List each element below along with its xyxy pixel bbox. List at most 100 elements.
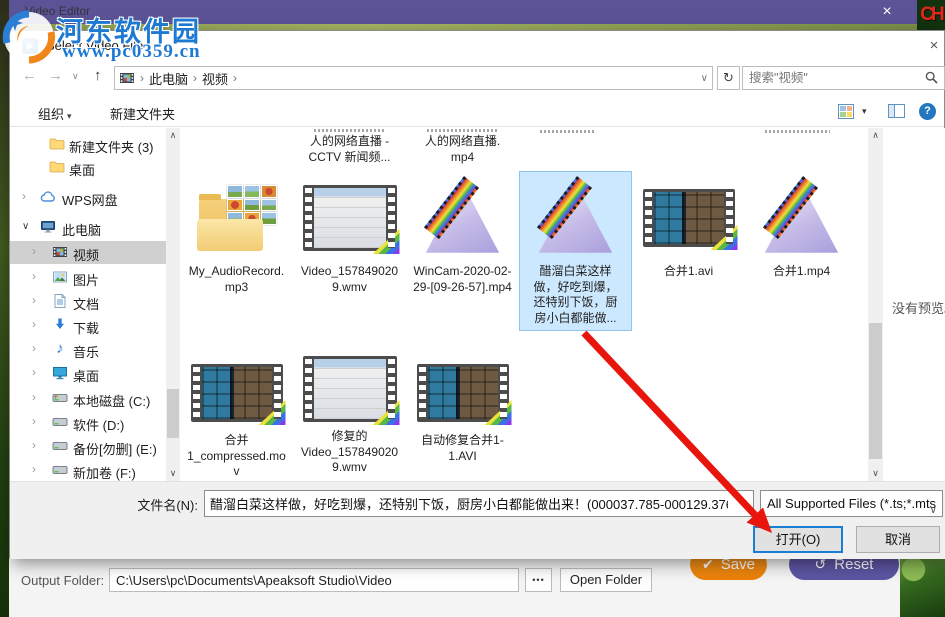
dialog-toolbar: 组织▾ 新建文件夹 ▾ ? bbox=[10, 97, 944, 127]
sidebar-scrollbar[interactable]: ∧ ∨ bbox=[166, 128, 180, 481]
file-item[interactable]: Video_1578490209.wmv bbox=[293, 172, 406, 299]
chevron-right-icon[interactable]: › bbox=[32, 244, 36, 258]
watermark-site-url: www.pc0359.cn bbox=[62, 41, 201, 63]
file-item[interactable]: WinCam-2020-02-29-[09-26-57].mp4 bbox=[406, 172, 519, 299]
cancel-button[interactable]: 取消 bbox=[856, 526, 940, 553]
file-name: CCTV 新闻频... bbox=[293, 150, 406, 166]
breadcrumb[interactable]: › 此电脑 › 视频 › ∨ bbox=[114, 66, 713, 90]
videos-icon bbox=[52, 244, 68, 260]
dialog-main: 新建文件夹 (3) 桌面 › WPS网盘 ∨ 此电脑 › bbox=[10, 128, 945, 481]
sidebar-item-wps-cloud[interactable]: › WPS网盘 bbox=[10, 186, 166, 209]
sidebar-item-new-folder[interactable]: 新建文件夹 (3) bbox=[10, 133, 166, 156]
organize-menu[interactable]: 组织▾ bbox=[38, 104, 72, 123]
documents-icon bbox=[52, 293, 68, 309]
sidebar-item-drive-f[interactable]: › 新加卷 (F:) bbox=[10, 459, 166, 481]
chevron-right-icon[interactable]: › bbox=[32, 341, 36, 355]
cloud-icon bbox=[40, 189, 56, 205]
select-video-file-dialog: Select Video File × ← → ∨ ↑ › 此电脑 › 视频 ›… bbox=[9, 30, 945, 558]
desktop-app-icon[interactable]: CH bbox=[917, 0, 945, 30]
forward-icon[interactable]: → bbox=[48, 67, 63, 84]
file-item[interactable]: 修复的Video_1578490209.wmv bbox=[293, 349, 406, 480]
file-name: 人的网络直播 - bbox=[293, 134, 406, 150]
filetype-value: All Supported Files (*.ts;*.mts bbox=[767, 496, 936, 511]
sidebar-item-label: 桌面 bbox=[73, 366, 99, 385]
chevron-right-icon[interactable]: › bbox=[32, 293, 36, 307]
sidebar-item-label: 新建文件夹 (3) bbox=[69, 137, 154, 156]
browse-button[interactable]: ••• bbox=[525, 568, 552, 592]
sidebar-item-music[interactable]: › ♪ 音乐 bbox=[10, 338, 166, 361]
filename-input[interactable] bbox=[205, 491, 733, 516]
preview-pane-icon[interactable] bbox=[888, 104, 905, 118]
chevron-right-icon[interactable]: › bbox=[32, 414, 36, 428]
file-item[interactable]: 合并1.mp4 bbox=[745, 172, 858, 284]
sidebar-item-drive-d[interactable]: › 软件 (D:) bbox=[10, 411, 166, 434]
up-icon[interactable]: ↑ bbox=[94, 67, 102, 84]
crumb-separator: › bbox=[140, 71, 144, 85]
site-logo-icon bbox=[2, 10, 56, 64]
file-name: My_AudioRecord.mp3 bbox=[180, 262, 293, 295]
video-filmstrip-icon bbox=[303, 356, 397, 422]
sidebar-item-pictures[interactable]: › 图片 bbox=[10, 266, 166, 289]
help-icon[interactable]: ? bbox=[919, 103, 936, 120]
computer-icon bbox=[40, 219, 56, 235]
chevron-right-icon[interactable]: › bbox=[32, 269, 36, 283]
view-mode-icon[interactable] bbox=[838, 104, 854, 119]
file-list-scrollbar[interactable]: ∧ ∨ bbox=[868, 128, 883, 481]
open-button[interactable]: 打开(O) bbox=[753, 526, 843, 553]
sidebar-item-downloads[interactable]: › 下载 bbox=[10, 314, 166, 337]
sidebar-item-label: 新加卷 (F:) bbox=[73, 463, 136, 481]
breadcrumb-videos[interactable]: 视频 bbox=[202, 69, 228, 88]
refresh-icon[interactable]: ↻ bbox=[717, 66, 740, 90]
file-item-partial[interactable]: 人的网络直播 - CCTV 新闻频... bbox=[293, 128, 406, 165]
back-icon[interactable]: ← bbox=[22, 67, 37, 84]
chevron-right-icon[interactable]: › bbox=[32, 438, 36, 452]
file-item[interactable]: 自动修复合并1-1.AVI bbox=[406, 353, 519, 468]
scroll-down-icon[interactable]: ∨ bbox=[868, 468, 883, 479]
chevron-down-icon[interactable]: ∨ bbox=[741, 498, 748, 509]
file-item[interactable]: 合并1.avi bbox=[632, 172, 745, 284]
chevron-right-icon[interactable]: › bbox=[32, 365, 36, 379]
sidebar-item-documents[interactable]: › 文档 bbox=[10, 290, 166, 313]
file-item-selected[interactable]: 醋溜白菜这样做，好吃到爆，还特别下饭，厨房小白都能做... bbox=[519, 171, 632, 331]
chevron-right-icon[interactable]: › bbox=[32, 462, 36, 476]
sidebar-item-label: 视频 bbox=[73, 245, 99, 264]
breadcrumb-this-pc[interactable]: 此电脑 bbox=[149, 69, 188, 88]
music-note-glyph: ♪ bbox=[52, 341, 68, 357]
output-folder-input[interactable] bbox=[109, 568, 519, 592]
view-mode-caret-icon[interactable]: ▾ bbox=[862, 106, 867, 117]
sidebar-item-videos[interactable]: › 视频 bbox=[10, 241, 166, 264]
search-icon[interactable] bbox=[925, 71, 938, 84]
sidebar-item-drive-e[interactable]: › 备份[勿删] (E:) bbox=[10, 435, 166, 458]
drive-icon bbox=[52, 438, 68, 454]
file-item[interactable]: My_AudioRecord.mp3 bbox=[180, 172, 293, 299]
chevron-down-icon[interactable]: ∨ bbox=[22, 221, 29, 232]
sidebar-item-desktop-folder[interactable]: 桌面 bbox=[10, 156, 166, 179]
scroll-up-icon[interactable]: ∧ bbox=[868, 130, 883, 141]
file-name: mp4 bbox=[406, 150, 519, 166]
dialog-close-icon[interactable]: × bbox=[924, 36, 944, 56]
chevron-right-icon[interactable]: › bbox=[32, 317, 36, 331]
scroll-down-icon[interactable]: ∨ bbox=[166, 468, 180, 479]
sidebar-item-label: 备份[勿删] (E:) bbox=[73, 439, 157, 458]
history-dropdown-icon[interactable]: ∨ bbox=[72, 71, 79, 82]
sidebar-item-label: 软件 (D:) bbox=[73, 415, 124, 434]
address-dropdown-icon[interactable]: ∨ bbox=[701, 73, 708, 84]
file-item-partial[interactable]: 人的网络直播. mp4 bbox=[406, 128, 519, 165]
scroll-up-icon[interactable]: ∧ bbox=[166, 130, 180, 141]
scrollbar-thumb[interactable] bbox=[869, 323, 882, 459]
scrollbar-thumb[interactable] bbox=[167, 389, 179, 438]
search-input[interactable] bbox=[743, 67, 919, 89]
filetype-select[interactable]: All Supported Files (*.ts;*.mts ∨ bbox=[760, 490, 943, 517]
chevron-right-icon[interactable]: › bbox=[22, 189, 26, 203]
sidebar-item-this-pc[interactable]: ∨ 此电脑 bbox=[10, 216, 166, 239]
sidebar-item-desktop[interactable]: › 桌面 bbox=[10, 362, 166, 385]
clipped-text-strip bbox=[540, 130, 595, 133]
chevron-right-icon[interactable]: › bbox=[32, 390, 36, 404]
new-folder-button[interactable]: 新建文件夹 bbox=[110, 104, 175, 123]
screen: CH Video Editor × Output Folder: ••• Ope… bbox=[0, 0, 945, 617]
filename-label: 文件名(N): bbox=[128, 495, 198, 514]
app-close-icon[interactable]: × bbox=[872, 1, 902, 23]
open-folder-button[interactable]: Open Folder bbox=[560, 568, 652, 592]
file-item[interactable]: 合并1_compressed.mov bbox=[180, 353, 293, 481]
sidebar-item-drive-c[interactable]: › 本地磁盘 (C:) bbox=[10, 387, 166, 410]
